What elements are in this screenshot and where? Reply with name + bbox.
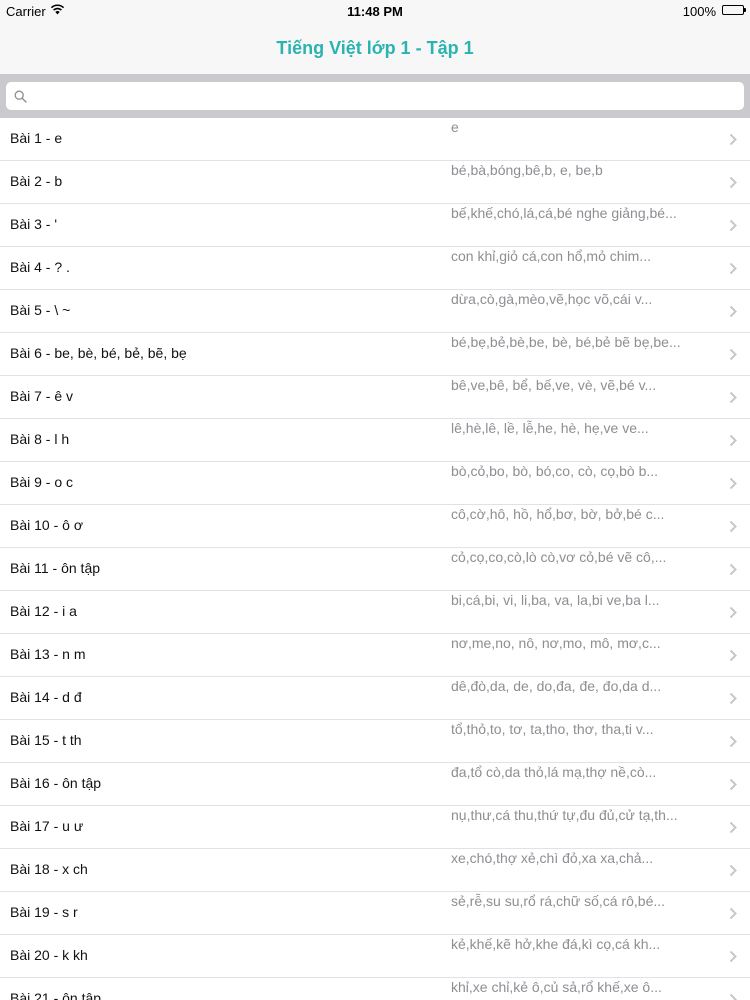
lesson-row[interactable]: Bài 13 - n m nơ,me,no, nô, nơ,mo, mô, mơ,…: [0, 634, 750, 677]
lesson-detail: xe,chó,thợ xẻ,chì đỏ,xa xa,chả...: [451, 850, 654, 866]
lesson-row[interactable]: Bài 19 - s r sẻ,rễ,su su,rổ rá,chữ số,cá …: [0, 892, 750, 935]
lesson-title: Bài 17 - u ư: [10, 818, 84, 834]
lesson-row[interactable]: Bài 2 - b bé,bà,bóng,bê,b, e, be,b: [0, 161, 750, 204]
lesson-title: Bài 2 - b: [10, 173, 63, 189]
lesson-row[interactable]: Bài 11 - ôn tập cỏ,cọ,co,cò,lò cò,vơ cỏ,b…: [0, 548, 750, 591]
chevron-right-icon: [729, 477, 737, 490]
lesson-detail: e: [451, 119, 459, 135]
chevron-right-icon: [729, 176, 737, 189]
chevron-right-icon: [729, 305, 737, 318]
chevron-right-icon: [729, 434, 737, 447]
lesson-row[interactable]: Bài 18 - x ch xe,chó,thợ xẻ,chì đỏ,xa xa,…: [0, 849, 750, 892]
lesson-detail: cô,cờ,hô, hồ, hổ,bơ, bờ, bở,bé c...: [451, 506, 665, 522]
chevron-right-icon: [729, 864, 737, 877]
lesson-row[interactable]: Bài 7 - ê v bê,ve,bê, bể, bế,ve, vè, vẽ,b…: [0, 376, 750, 419]
lesson-row[interactable]: Bài 6 - be, bè, bé, bẻ, bẽ, bẹ bé,bẹ,bẻ,b…: [0, 333, 750, 376]
chevron-right-icon: [729, 735, 737, 748]
lesson-detail: cỏ,cọ,co,cò,lò cò,vơ cỏ,bé vẽ cô,...: [451, 549, 667, 565]
lesson-list: Bài 1 - e e Bài 2 - b bé,bà,bóng,bê,b, e, b…: [0, 118, 750, 1000]
chevron-right-icon: [729, 993, 737, 1000]
lesson-detail: kẻ,khế,kẽ hở,khe đá,kì cọ,cá kh...: [451, 936, 661, 952]
lesson-title: Bài 8 - l h: [10, 431, 70, 447]
lesson-detail: dê,đò,da, de, do,đa, đe, đo,da d...: [451, 678, 662, 694]
lesson-detail: nụ,thư,cá thu,thứ tự,đu đủ,cử tạ,th...: [451, 807, 678, 823]
lesson-row[interactable]: Bài 12 - i a bi,cá,bi, vi, li,ba, va, la,…: [0, 591, 750, 634]
battery-icon: [722, 5, 746, 15]
status-bar: Carrier 11:48 PM 100%: [0, 0, 750, 22]
lesson-title: Bài 18 - x ch: [10, 861, 88, 877]
lesson-row[interactable]: Bài 10 - ô ơ cô,cờ,hô, hồ, hổ,bơ, bờ, bở,…: [0, 505, 750, 548]
lesson-title: Bài 13 - n m: [10, 646, 86, 662]
lesson-row[interactable]: Bài 3 - ' bế,khế,chó,lá,cá,bé nghe giảng,…: [0, 204, 750, 247]
lesson-title: Bài 4 - ? .: [10, 259, 70, 275]
navigation-bar: Tiếng Việt lớp 1 - Tập 1: [0, 22, 750, 74]
chevron-right-icon: [729, 133, 737, 146]
lesson-title: Bài 6 - be, bè, bé, bẻ, bẽ, bẹ: [10, 345, 187, 361]
chevron-right-icon: [729, 950, 737, 963]
lesson-detail: bò,cỏ,bo, bò, bó,co, cò, cọ,bò b...: [451, 463, 659, 479]
lesson-title: Bài 20 - k kh: [10, 947, 88, 963]
lesson-row[interactable]: Bài 14 - d đ dê,đò,da, de, do,đa, đe, đo,…: [0, 677, 750, 720]
lesson-detail: nơ,me,no, nô, nơ,mo, mô, mơ,c...: [451, 635, 661, 651]
lesson-title: Bài 7 - ê v: [10, 388, 74, 404]
clock: 11:48 PM: [347, 4, 403, 19]
lesson-row[interactable]: Bài 4 - ? . con khỉ,giỏ cá,con hổ,mỏ chim…: [0, 247, 750, 290]
chevron-right-icon: [729, 692, 737, 705]
battery-percent: 100%: [682, 4, 716, 19]
lesson-row[interactable]: Bài 17 - u ư nụ,thư,cá thu,thứ tự,đu đủ,c…: [0, 806, 750, 849]
chevron-right-icon: [729, 821, 737, 834]
lesson-title: Bài 3 - ': [10, 216, 58, 232]
lesson-detail: tổ,thỏ,to, tơ, ta,tho, thơ, tha,ti v...: [451, 721, 654, 737]
lesson-detail: sẻ,rễ,su su,rổ rá,chữ số,cá rô,bé...: [451, 893, 666, 909]
chevron-right-icon: [729, 778, 737, 791]
lesson-detail: khỉ,xe chỉ,kẻ ô,củ sả,rổ khế,xe ô...: [451, 979, 662, 995]
chevron-right-icon: [729, 520, 737, 533]
lesson-row[interactable]: Bài 9 - o c bò,cỏ,bo, bò, bó,co, cò, cọ,b…: [0, 462, 750, 505]
lesson-row[interactable]: Bài 1 - e e: [0, 118, 750, 161]
chevron-right-icon: [729, 606, 737, 619]
lesson-detail: đa,tổ cò,da thỏ,lá mạ,thợ nề,cò...: [451, 764, 657, 780]
chevron-right-icon: [729, 348, 737, 361]
lesson-row[interactable]: Bài 16 - ôn tập đa,tổ cò,da thỏ,lá mạ,thợ…: [0, 763, 750, 806]
lesson-title: Bài 12 - i a: [10, 603, 77, 619]
lesson-row[interactable]: Bài 21 - ôn tập khỉ,xe chỉ,kẻ ô,củ sả,rổ …: [0, 978, 750, 1000]
page-title: Tiếng Việt lớp 1 - Tập 1: [276, 38, 474, 58]
lesson-title: Bài 19 - s r: [10, 904, 78, 920]
lesson-detail: bé,bẹ,bẻ,bè,be, bè, bé,bẻ bẽ bẹ,be...: [451, 334, 681, 350]
lesson-title: Bài 16 - ôn tập: [10, 775, 102, 791]
lesson-detail: con khỉ,giỏ cá,con hổ,mỏ chim...: [451, 248, 651, 264]
chevron-right-icon: [729, 391, 737, 404]
chevron-right-icon: [729, 907, 737, 920]
chevron-right-icon: [729, 563, 737, 576]
lesson-detail: bé,bà,bóng,bê,b, e, be,b: [451, 162, 603, 178]
chevron-right-icon: [729, 219, 737, 232]
lesson-row[interactable]: Bài 8 - l h lê,hè,lê, lề, lễ,he, hè, hẹ,v…: [0, 419, 750, 462]
lesson-title: Bài 10 - ô ơ: [10, 517, 83, 533]
chevron-right-icon: [729, 262, 737, 275]
lesson-title: Bài 5 - \ ~: [10, 302, 71, 318]
lesson-title: Bài 21 - ôn tập: [10, 990, 102, 1000]
lesson-title: Bài 9 - o c: [10, 474, 74, 490]
lesson-row[interactable]: Bài 5 - \ ~ dừa,cò,gà,mèo,vẽ,học võ,cái v…: [0, 290, 750, 333]
lesson-row[interactable]: Bài 15 - t th tổ,thỏ,to, tơ, ta,tho, thơ,…: [0, 720, 750, 763]
lesson-row[interactable]: Bài 20 - k kh kẻ,khế,kẽ hở,khe đá,kì cọ,c…: [0, 935, 750, 978]
search-input[interactable]: [6, 82, 744, 110]
lesson-title: Bài 14 - d đ: [10, 689, 82, 705]
lesson-detail: dừa,cò,gà,mèo,vẽ,học võ,cái v...: [451, 291, 653, 307]
search-bar: [0, 74, 750, 118]
chevron-right-icon: [729, 649, 737, 662]
lesson-detail: bê,ve,bê, bể, bế,ve, vè, vẽ,bé v...: [451, 377, 657, 393]
lesson-title: Bài 11 - ôn tập: [10, 560, 101, 576]
lesson-detail: lê,hè,lê, lề, lễ,he, hè, hẹ,ve ve...: [451, 420, 649, 436]
lesson-detail: bế,khế,chó,lá,cá,bé nghe giảng,bé...: [451, 205, 677, 221]
lesson-title: Bài 15 - t th: [10, 732, 82, 748]
lesson-title: Bài 1 - e: [10, 130, 63, 146]
lesson-detail: bi,cá,bi, vi, li,ba, va, la,bi ve,ba l..…: [451, 592, 660, 608]
search-icon: [14, 90, 27, 103]
